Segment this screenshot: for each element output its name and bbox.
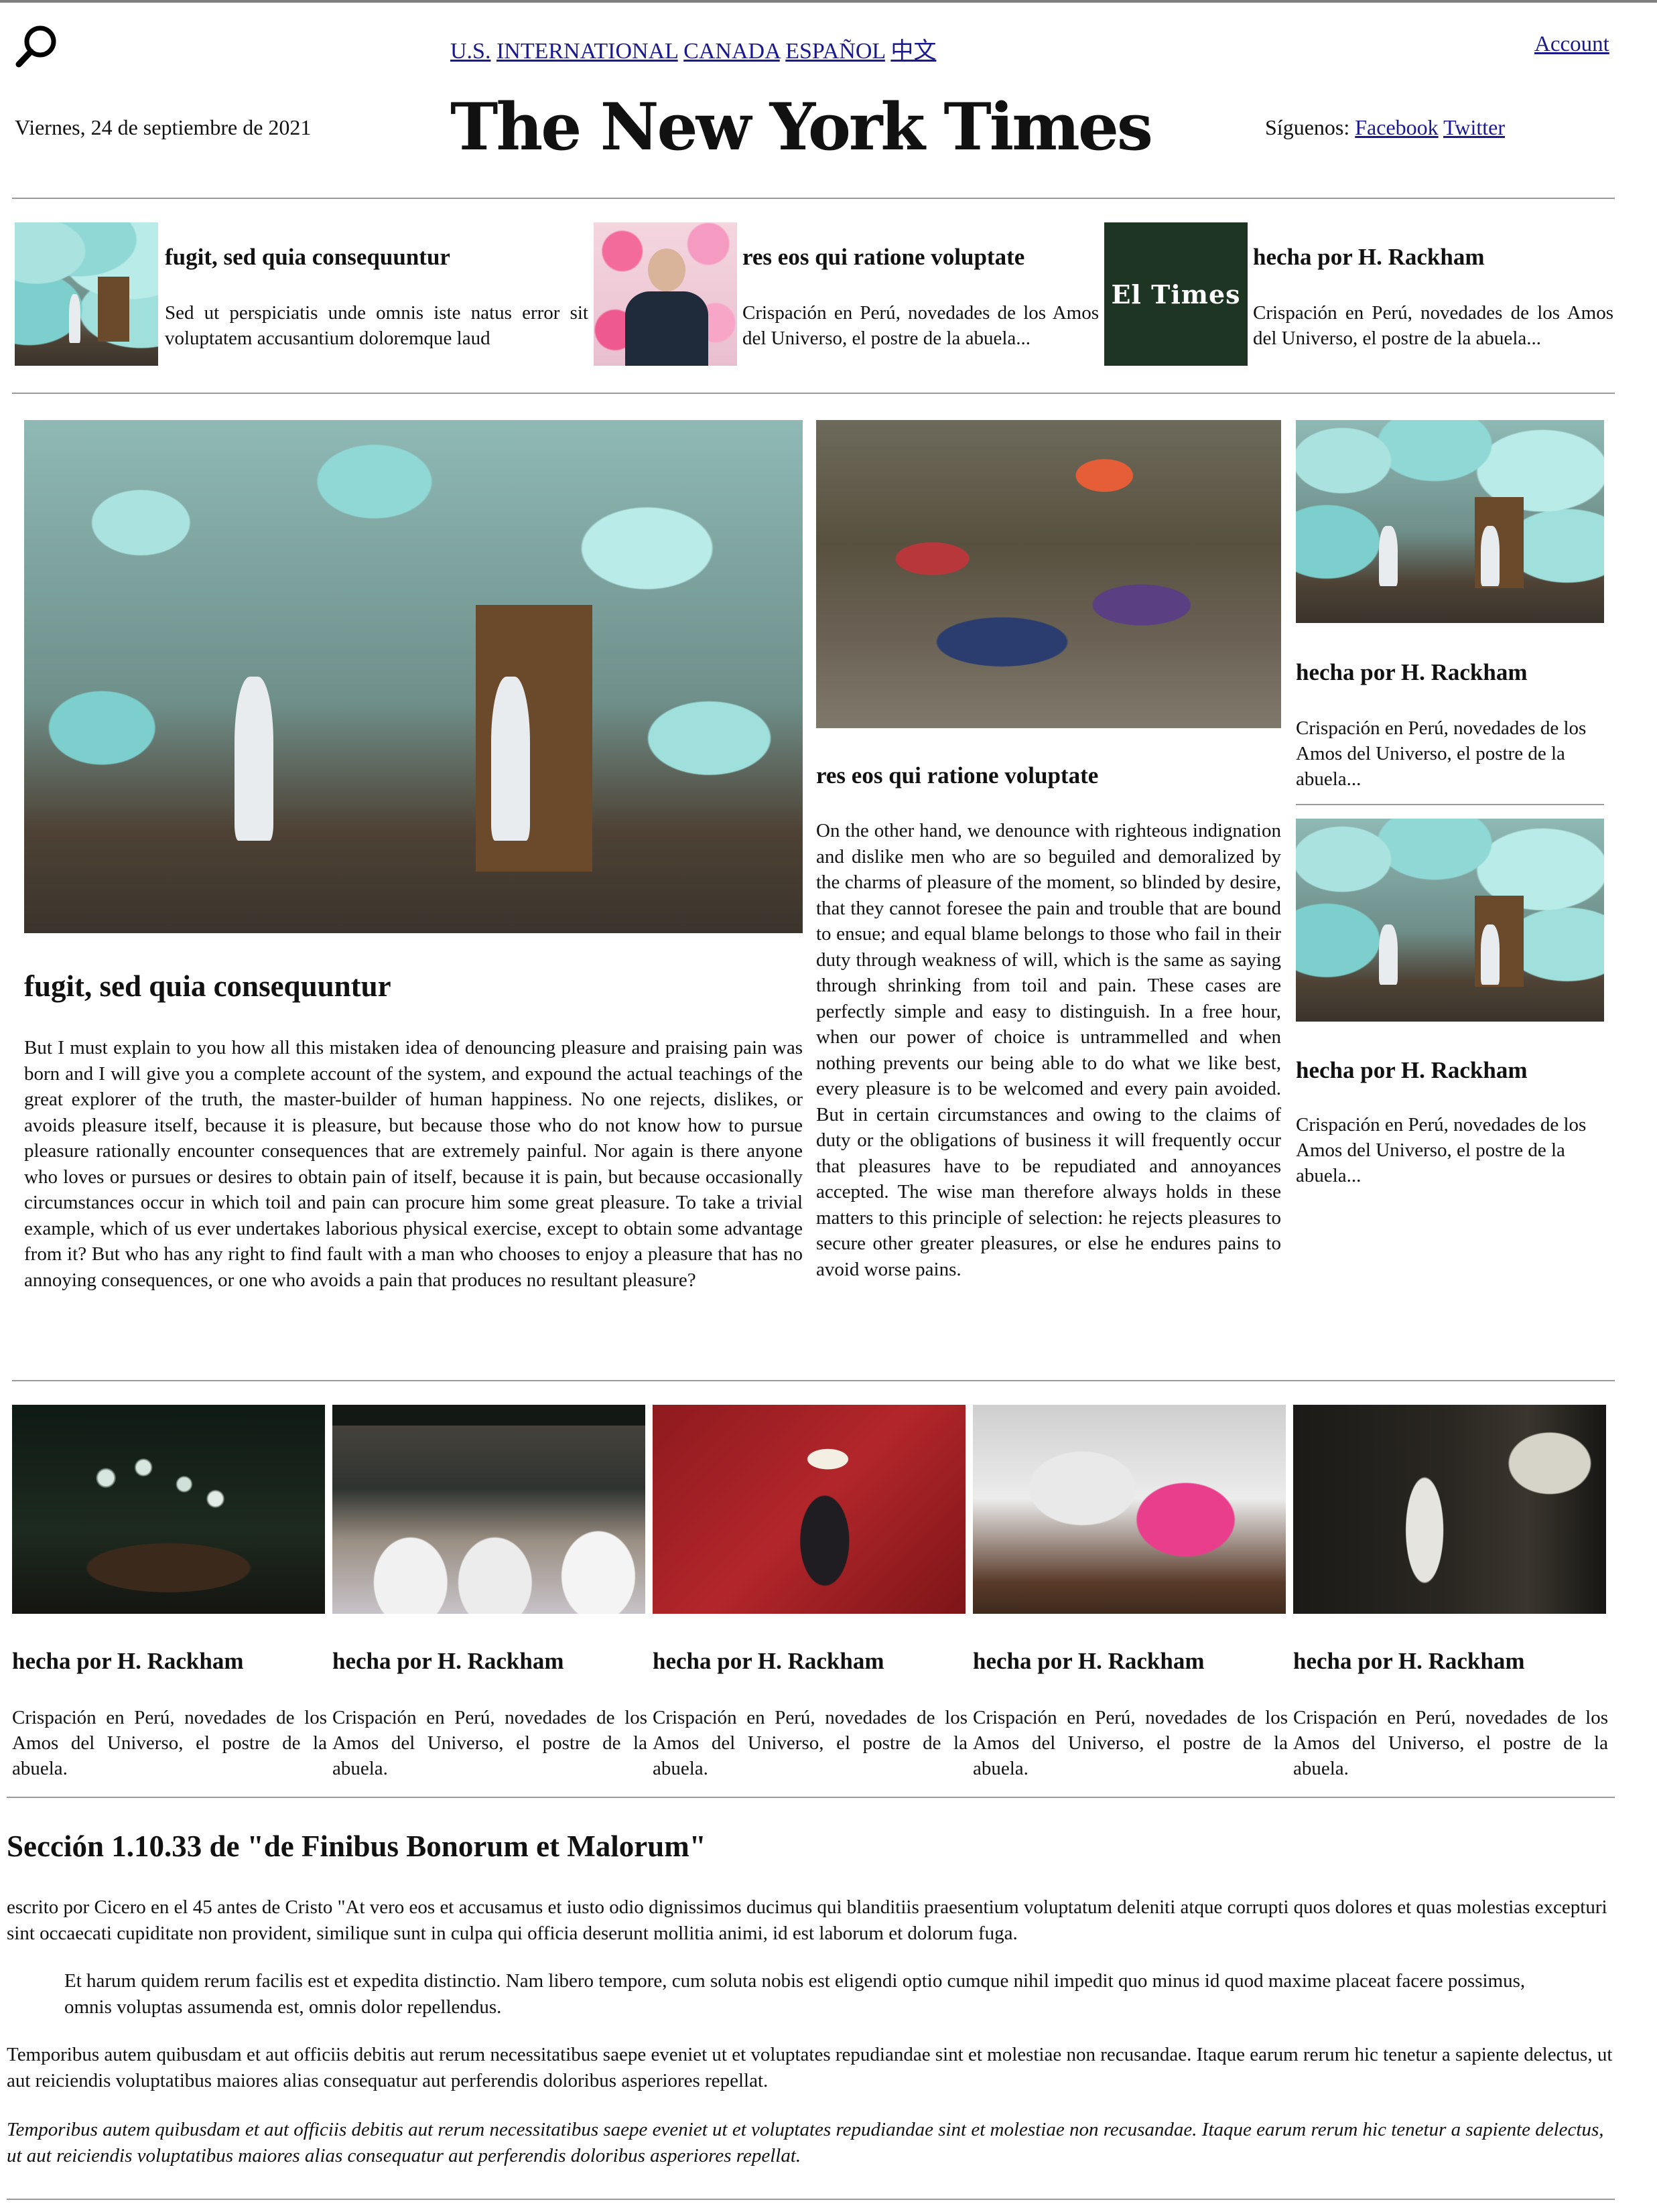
bottom-story-4-headline[interactable]: hecha por H. Rackham [973, 1648, 1205, 1675]
top-story-3-image[interactable]: El Times [1104, 222, 1248, 366]
edition-links: U.S. INTERNATIONAL CANADA ESPAÑOL 中文 [450, 32, 936, 65]
section-intro-paragraph: escrito por Cicero en el 45 antes de Cri… [7, 1896, 1607, 1944]
section-paragraph-2: Temporibus autem quibusdam et aut offici… [7, 2044, 1613, 2091]
bottom-story-2-summary: Crispación en Perú, novedades de los Amo… [332, 1707, 647, 1779]
el-times-logo-text: El Times [1111, 279, 1241, 309]
bottom-divider [7, 1797, 1615, 1798]
facebook-link[interactable]: Facebook [1355, 115, 1438, 139]
section-title: Sección 1.10.33 de "de Finibus Bonorum e… [7, 1829, 706, 1863]
bottom-story-1-headline[interactable]: hecha por H. Rackham [12, 1648, 244, 1675]
second-story-image[interactable] [816, 420, 1281, 728]
search-icon[interactable] [13, 23, 60, 70]
bottom-story-5-headline[interactable]: hecha por H. Rackham [1293, 1648, 1525, 1675]
bottom-story-2-image[interactable] [332, 1405, 645, 1614]
edition-us[interactable]: U.S. [450, 39, 490, 64]
edition-international[interactable]: INTERNATIONAL [496, 39, 678, 64]
main-divider [12, 1380, 1615, 1381]
bottom-story-5-summary: Crispación en Perú, novedades de los Amo… [1293, 1707, 1608, 1779]
lead-story-image[interactable] [24, 420, 803, 933]
side-story-2-image[interactable] [1296, 819, 1604, 1022]
lead-story-body: But I must explain to you how all this m… [24, 1037, 803, 1291]
side-story-1-headline[interactable]: hecha por H. Rackham [1296, 659, 1528, 686]
edition-espanol[interactable]: ESPAÑOL [785, 39, 885, 64]
side-story-2-summary: Crispación en Perú, novedades de los Amo… [1296, 1114, 1587, 1186]
top-border [0, 0, 1657, 3]
top-story-2-image[interactable] [594, 222, 737, 366]
bottom-story-3-headline[interactable]: hecha por H. Rackham [653, 1648, 884, 1675]
date-label: Viernes, 24 de septiembre de 2021 [15, 115, 312, 139]
bottom-story-4-image[interactable] [973, 1405, 1286, 1614]
top-story-2-summary: Crispación en Perú, novedades de los Amo… [742, 302, 1099, 349]
top-row-divider [12, 393, 1615, 394]
bottom-story-5-image[interactable] [1293, 1405, 1606, 1614]
top-story-3-summary: Crispación en Perú, novedades de los Amo… [1253, 302, 1613, 349]
side-divider [1296, 804, 1604, 805]
top-story-2-headline[interactable]: res eos qui ratione voluptate [742, 244, 1024, 271]
bottom-story-1-summary: Crispación en Perú, novedades de los Amo… [12, 1707, 327, 1779]
side-story-2-headline[interactable]: hecha por H. Rackham [1296, 1057, 1528, 1084]
edition-canada[interactable]: CANADA [683, 39, 780, 64]
follow-label: Síguenos: [1265, 115, 1350, 139]
top-story-1-summary: Sed ut perspiciatis unde omnis iste natu… [165, 302, 588, 349]
side-story-1-summary: Crispación en Perú, novedades de los Amo… [1296, 717, 1587, 790]
bottom-story-2-headline[interactable]: hecha por H. Rackham [332, 1648, 564, 1675]
nyt-logo[interactable]: The New York Times [450, 87, 1153, 167]
section-paragraph-italic: Temporibus autem quibusdam et aut offici… [7, 2119, 1604, 2166]
lead-story-headline[interactable]: fugit, sed quia consequuntur [24, 969, 391, 1004]
section-blockquote: Et harum quidem rerum facilis est et exp… [64, 1970, 1526, 2018]
footer-divider [7, 2199, 1615, 2200]
bottom-story-3-image[interactable] [653, 1405, 966, 1614]
edition-chinese[interactable]: 中文 [890, 39, 936, 64]
bottom-story-1-image[interactable] [12, 1405, 325, 1614]
top-story-1-image[interactable] [15, 222, 158, 366]
second-story-body: On the other hand, we denounce with righ… [816, 820, 1281, 1280]
account-link[interactable]: Account [1534, 32, 1609, 57]
social-follow: Síguenos: Facebook Twitter [1265, 115, 1505, 140]
top-story-3-headline[interactable]: hecha por H. Rackham [1253, 244, 1485, 271]
side-story-1-image[interactable] [1296, 420, 1604, 623]
bottom-story-4-summary: Crispación en Perú, novedades de los Amo… [973, 1707, 1288, 1779]
top-story-1-headline[interactable]: fugit, sed quia consequuntur [165, 244, 450, 271]
bottom-story-3-summary: Crispación en Perú, novedades de los Amo… [653, 1707, 968, 1779]
header-divider [12, 198, 1615, 199]
twitter-link[interactable]: Twitter [1443, 115, 1505, 139]
second-story-headline[interactable]: res eos qui ratione voluptate [816, 762, 1098, 789]
